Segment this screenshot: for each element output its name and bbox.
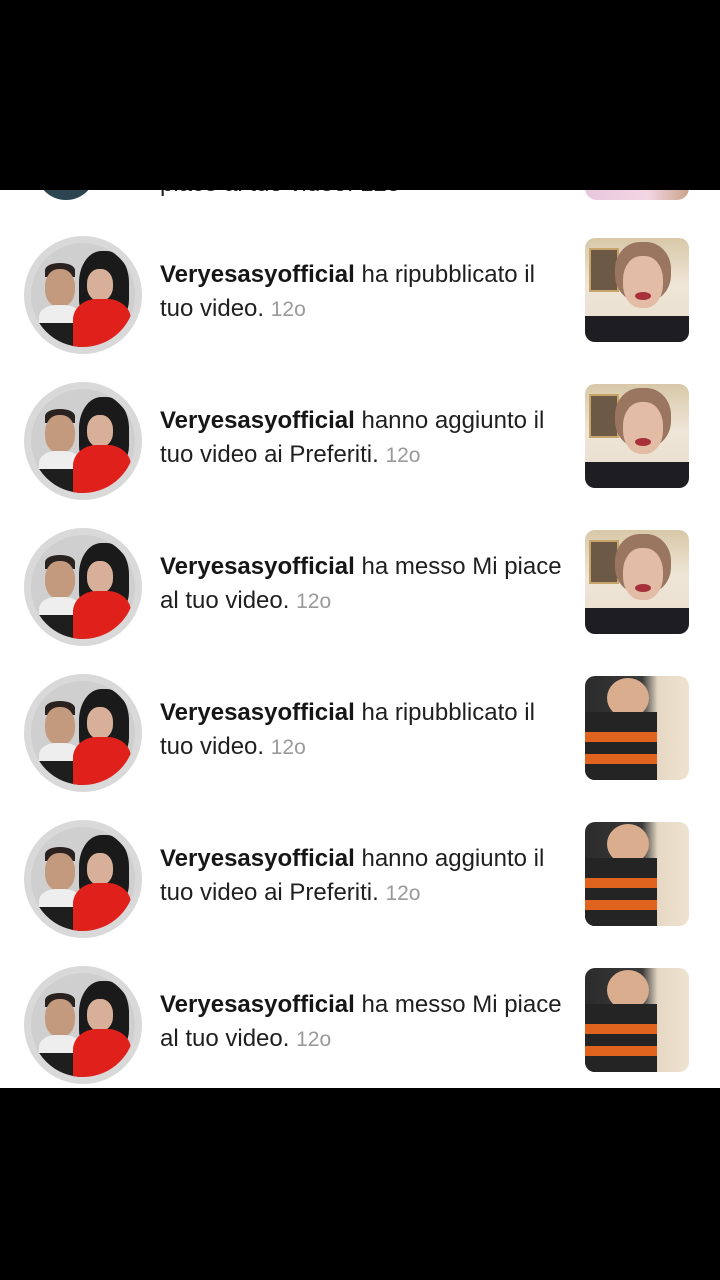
timestamp: 12o [385, 444, 421, 467]
timestamp: 12o [270, 736, 306, 759]
video-thumbnail[interactable] [585, 238, 689, 342]
list-item[interactable]: Veryesasyofficial ha messo Mi piace al t… [0, 966, 720, 1088]
video-thumbnail[interactable] [585, 190, 689, 200]
notification-text: Veryesasyofficial ha ripubblicato il tuo… [160, 258, 570, 327]
username[interactable]: Veryesasyofficial [160, 407, 355, 434]
list-item[interactable]: Veryesasyofficial hanno aggiunto il tuo … [0, 820, 720, 966]
notification-text: piace al tuo video. 12o [160, 190, 400, 198]
avatar[interactable] [24, 236, 142, 354]
video-thumbnail[interactable] [585, 822, 689, 926]
username[interactable]: Veryesasyofficial [160, 261, 355, 288]
notification-text: Veryesasyofficial ha messo Mi piace al t… [160, 550, 570, 619]
notification-text: Veryesasyofficial hanno aggiunto il tuo … [160, 842, 570, 911]
video-thumbnail[interactable] [585, 968, 689, 1072]
avatar[interactable] [24, 966, 142, 1084]
bottom-black-bar [0, 1088, 720, 1280]
timestamp: 12o [296, 1028, 332, 1051]
timestamp: 12o [296, 590, 332, 613]
avatar[interactable] [24, 820, 142, 938]
notifications-list[interactable]: piace al tuo video. 12o Veryesasyofficia… [0, 190, 720, 1088]
video-thumbnail[interactable] [585, 384, 689, 488]
avatar[interactable] [24, 528, 142, 646]
notification-text: Veryesasyofficial ha messo Mi piace al t… [160, 988, 570, 1057]
list-item[interactable]: Veryesasyofficial ha ripubblicato il tuo… [0, 674, 720, 820]
top-black-bar [0, 0, 720, 190]
list-item[interactable]: Veryesasyofficial hanno aggiunto il tuo … [0, 382, 720, 528]
avatar[interactable] [36, 190, 96, 200]
username[interactable]: Veryesasyofficial [160, 553, 355, 580]
timestamp: 12o [270, 298, 306, 321]
video-thumbnail[interactable] [585, 676, 689, 780]
list-item-partial[interactable]: piace al tuo video. 12o [0, 190, 720, 200]
timestamp: 12o [385, 882, 421, 905]
username[interactable]: Veryesasyofficial [160, 991, 355, 1018]
username[interactable]: Veryesasyofficial [160, 845, 355, 872]
list-item[interactable]: Veryesasyofficial ha ripubblicato il tuo… [0, 236, 720, 382]
avatar[interactable] [24, 674, 142, 792]
video-thumbnail[interactable] [585, 530, 689, 634]
notification-text: Veryesasyofficial ha ripubblicato il tuo… [160, 696, 570, 765]
username[interactable]: Veryesasyofficial [160, 699, 355, 726]
notification-text: Veryesasyofficial hanno aggiunto il tuo … [160, 404, 570, 473]
avatar[interactable] [24, 382, 142, 500]
list-item[interactable]: Veryesasyofficial ha messo Mi piace al t… [0, 528, 720, 674]
